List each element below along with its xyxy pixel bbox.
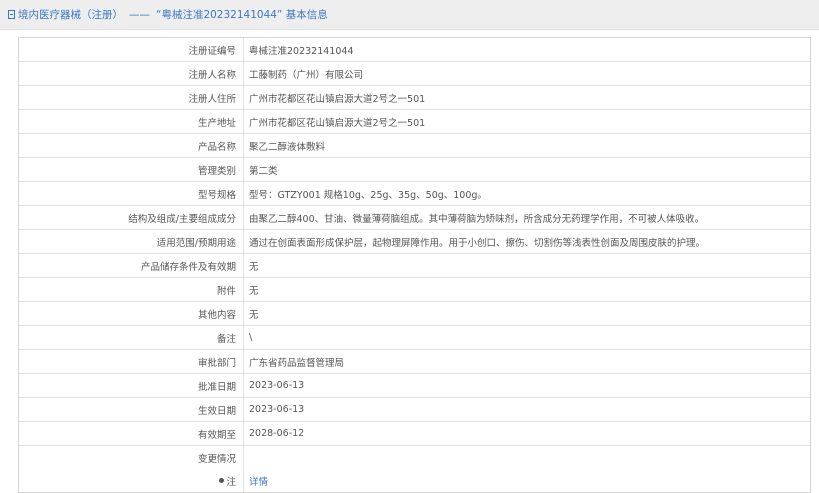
row-label: 备注 bbox=[19, 325, 244, 350]
row-value: 广州市花都区花山镇启源大道2号之一501 bbox=[243, 109, 810, 134]
table-row: 备注 \ bbox=[19, 325, 810, 350]
table-row: 附件无 bbox=[19, 277, 810, 302]
table-row: 注册人住所 广州市花都区花山镇启源大道2号之一501 bbox=[19, 85, 810, 110]
row-value: 无 bbox=[243, 301, 810, 326]
row-label: 注册人名称 bbox=[19, 61, 244, 86]
row-label: 产品名称 bbox=[19, 133, 244, 158]
table-row: 产品储存条件及有效期无 bbox=[19, 253, 810, 278]
row-label: 注册证编号 bbox=[19, 38, 244, 62]
row-label: 生效日期 bbox=[19, 397, 244, 422]
row-value: 无 bbox=[243, 277, 810, 302]
row-label: 有效期至 bbox=[19, 421, 244, 446]
row-label: 产品储存条件及有效期 bbox=[19, 253, 244, 278]
header-title: “粤械注准20232141044” 基本信息 bbox=[156, 9, 328, 21]
page-header: 境内医疗器械（注册） —— “粤械注准20232141044” 基本信息 bbox=[0, 0, 819, 30]
table-row: 产品名称 聚乙二醇液体敷料 bbox=[19, 133, 810, 158]
row-value: \ bbox=[243, 325, 810, 350]
row-value: 广州市花都区花山镇启源大道2号之一501 bbox=[243, 85, 810, 110]
table-row: 适用范围/预期用途 通过在创面表面形成保护层，起物理屏障作用。用于小创口、擦伤、切… bbox=[19, 229, 810, 254]
row-value: 广东省药品监督管理局 bbox=[243, 349, 810, 374]
info-panel: 注册证编号 粤械注准20232141044 注册人名称 工藤制药（广州）有限公司 注册人… bbox=[18, 37, 811, 493]
row-value: 型号：GTZY001 规格10g、25g、35g、50g、100g。 bbox=[243, 181, 810, 206]
row-label: 型号规格 bbox=[19, 181, 244, 206]
row-label: 变更情况 bbox=[19, 445, 244, 469]
row-value: 通过在创面表面形成保护层，起物理屏障作用。用于小创口、擦伤、切割伤等浅表性创面及… bbox=[243, 229, 810, 254]
row-value: 粤械注准20232141044 bbox=[243, 38, 810, 62]
table-row: 其他内容无 bbox=[19, 301, 810, 326]
header-prefix: 境内医疗器械（注册） bbox=[18, 9, 123, 21]
row-value: 2023-06-13 bbox=[243, 397, 810, 422]
row-value: 由聚乙二醇400、甘油、微量薄荷脑组成。其中薄荷脑为矫味剂，所含成分无药理学作用… bbox=[243, 205, 810, 230]
row-value: 2028-06-12 bbox=[243, 421, 810, 446]
row-value bbox=[244, 446, 811, 470]
row-label: 管理类别 bbox=[19, 157, 244, 182]
header-separator: —— bbox=[129, 8, 150, 21]
table-row: 注册证编号 粤械注准20232141044 bbox=[19, 38, 810, 62]
row-value: 无 bbox=[243, 253, 810, 278]
table-row-note: 注 详情 bbox=[19, 469, 810, 492]
table-row: 生效日期 2023-06-13 bbox=[19, 397, 810, 422]
details-link[interactable]: 详情 bbox=[249, 477, 268, 488]
row-label: 生产地址 bbox=[19, 109, 244, 134]
row-value: 2023-06-13 bbox=[243, 373, 810, 398]
row-label: 结构及组成/主要组成成分 bbox=[19, 205, 244, 230]
table-row: 有效期至 2028-06-12 bbox=[19, 421, 810, 446]
table-row: 型号规格 型号：GTZY001 规格10g、25g、35g、50g、100g。 bbox=[19, 181, 810, 206]
row-value: 第二类 bbox=[243, 157, 810, 182]
row-value: 工藤制药（广州）有限公司 bbox=[243, 61, 810, 86]
info-table: 注册证编号 粤械注准20232141044 注册人名称 工藤制药（广州）有限公司 注册人… bbox=[19, 38, 810, 492]
row-label: 批准日期 bbox=[19, 373, 244, 398]
row-value: 聚乙二醇液体敷料 bbox=[243, 133, 810, 158]
note-label-text: 注 bbox=[226, 476, 236, 488]
document-icon bbox=[8, 10, 15, 19]
table-row: 变更情况 bbox=[19, 445, 811, 470]
note-label: 注 bbox=[219, 474, 236, 488]
table-row: 审批部门 广东省药品监督管理局 bbox=[19, 349, 810, 374]
row-label: 其他内容 bbox=[19, 301, 244, 326]
table-row: 结构及组成/主要组成成分 由聚乙二醇400、甘油、微量薄荷脑组成。其中薄荷脑为矫味… bbox=[19, 205, 810, 230]
bullet-icon bbox=[219, 478, 225, 483]
table-row: 管理类别 第二类 bbox=[19, 157, 810, 182]
table-row: 批准日期 2023-06-13 bbox=[19, 373, 810, 398]
row-label: 审批部门 bbox=[19, 349, 244, 374]
row-label: 注册人住所 bbox=[19, 85, 244, 110]
table-row: 生产地址 广州市花都区花山镇启源大道2号之一501 bbox=[19, 109, 810, 134]
row-label: 适用范围/预期用途 bbox=[19, 229, 244, 254]
row-label: 附件 bbox=[19, 277, 244, 302]
table-row: 注册人名称 工藤制药（广州）有限公司 bbox=[19, 61, 810, 86]
